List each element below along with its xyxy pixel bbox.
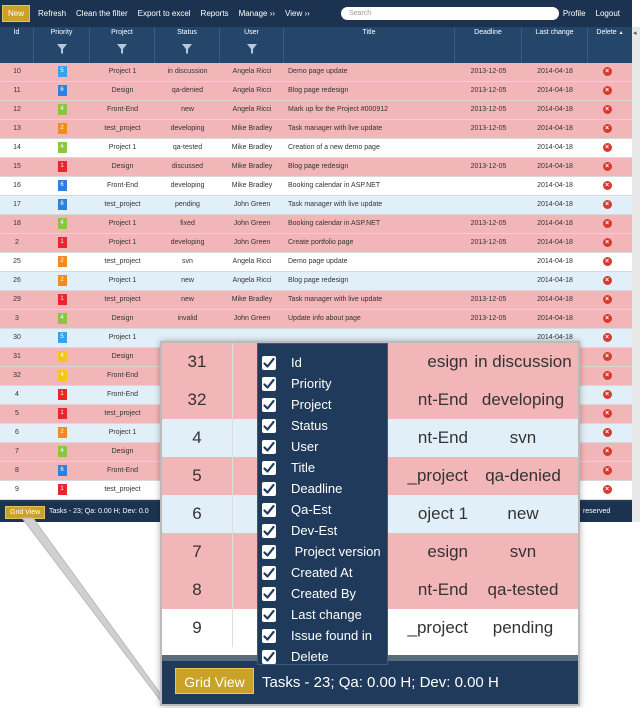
column-menu-label: Qa-Est	[291, 502, 332, 517]
zoomed-cell-id: 7	[162, 533, 233, 571]
column-menu-item[interactable]: Title	[262, 457, 315, 478]
checkbox-checked-icon[interactable]	[262, 376, 276, 391]
column-menu-label: Id	[291, 355, 302, 370]
column-menu-item[interactable]: Created By	[262, 583, 356, 604]
grid-view-button-zoomed[interactable]: Grid View	[175, 668, 254, 694]
zoomed-cell-id: 5	[162, 457, 233, 495]
checkbox-checked-icon[interactable]	[262, 502, 276, 517]
column-chooser-menu: Id Priority Project Status User Title Deadline…	[257, 343, 388, 665]
tasks-summary-zoomed: Tasks - 23; Qa: 0.00 H; Dev: 0.00 H	[262, 674, 499, 691]
column-menu-item[interactable]: User	[262, 436, 318, 457]
zoomed-cell-status: in discussion	[474, 352, 572, 371]
column-menu-item[interactable]: Project version	[262, 541, 381, 562]
zoomed-cell-status: svn	[509, 428, 537, 447]
column-menu-label: Status	[291, 418, 328, 433]
column-menu-item[interactable]: Priority	[262, 373, 331, 394]
zoomed-cell-status: qa-denied	[485, 466, 561, 485]
zoomed-cell-status: svn	[509, 542, 537, 561]
column-menu-item[interactable]: Created At	[262, 562, 352, 583]
column-menu-item[interactable]: Project	[262, 394, 331, 415]
column-menu-label: Title	[291, 460, 316, 475]
zoomed-cell-status: developing	[481, 390, 565, 409]
column-menu-label: Created By	[291, 586, 357, 601]
column-menu-item[interactable]: Issue found in	[262, 625, 372, 646]
column-menu-label: Dev-Est	[291, 523, 338, 538]
column-menu-label: Priority	[291, 376, 332, 391]
checkbox-checked-icon[interactable]	[262, 628, 276, 643]
checkbox-checked-icon[interactable]	[262, 586, 276, 601]
checkbox-checked-icon[interactable]	[262, 460, 276, 475]
column-menu-item[interactable]: Delete	[262, 646, 329, 667]
column-menu-item[interactable]: Id	[262, 352, 302, 373]
column-menu-label: Project	[291, 397, 332, 412]
zoomed-cell-id: 9	[162, 609, 233, 647]
zoom-callout: 31 esign in discussion 32 nt-End developing 4 n…	[160, 341, 580, 706]
checkbox-checked-icon[interactable]	[262, 397, 276, 412]
column-menu-label: Last change	[291, 607, 362, 622]
zoomed-cell-status: new	[507, 504, 539, 523]
checkbox-checked-icon[interactable]	[262, 565, 276, 580]
zoomed-cell-id: 31	[162, 343, 233, 381]
column-menu-item[interactable]: Deadline	[262, 478, 342, 499]
zoomed-cell-id: 6	[162, 495, 233, 533]
column-menu-item[interactable]: Last change	[262, 604, 362, 625]
column-menu-label: Created At	[291, 565, 353, 580]
checkbox-checked-icon[interactable]	[262, 649, 276, 664]
column-menu-item[interactable]: Dev-Est	[262, 520, 337, 541]
checkbox-checked-icon[interactable]	[262, 544, 276, 559]
column-menu-label: Delete	[291, 649, 329, 664]
column-menu-item[interactable]: Qa-Est	[262, 499, 331, 520]
checkbox-checked-icon[interactable]	[262, 418, 276, 433]
column-menu-label: Issue found in	[291, 628, 372, 643]
column-menu-label: Deadline	[291, 481, 343, 496]
checkbox-checked-icon[interactable]	[262, 523, 276, 538]
column-menu-label: Project version	[291, 544, 381, 559]
column-menu-item[interactable]: Status	[262, 415, 328, 436]
zoomed-cell-id: 8	[162, 571, 233, 609]
zoomed-cell-status: qa-tested	[487, 580, 559, 599]
checkbox-checked-icon[interactable]	[262, 481, 276, 496]
checkbox-checked-icon[interactable]	[262, 439, 276, 454]
zoomed-cell-status: pending	[492, 618, 554, 637]
column-menu-label: User	[291, 439, 319, 454]
zoomed-cell-id: 4	[162, 419, 233, 457]
checkbox-checked-icon[interactable]	[262, 355, 276, 370]
checkbox-checked-icon[interactable]	[262, 607, 276, 622]
zoomed-cell-id: 32	[162, 381, 233, 419]
